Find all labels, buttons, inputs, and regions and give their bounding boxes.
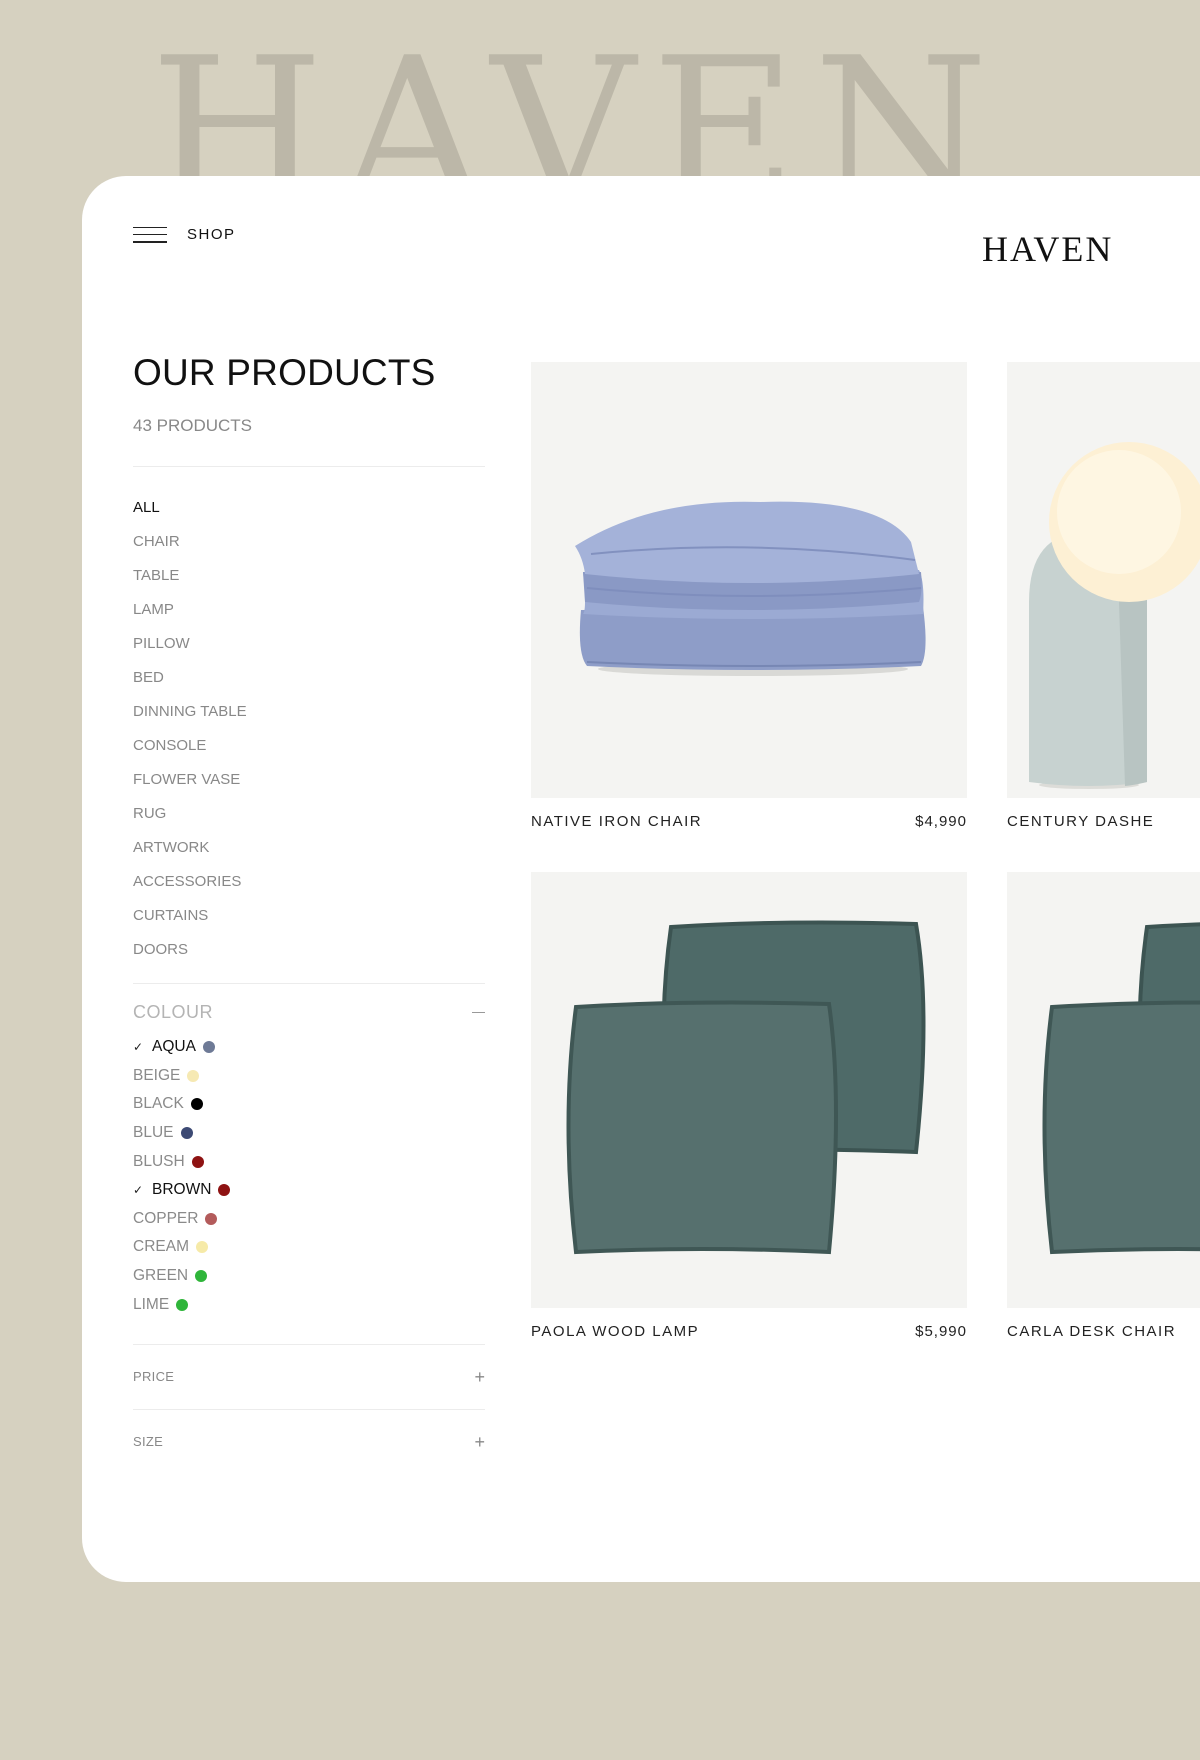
product-price: $4,990 [915, 813, 967, 830]
category-item[interactable]: FLOWER VASE [133, 763, 485, 797]
shop-menu-label[interactable]: SHOP [187, 226, 236, 243]
colour-option-label: BEIGE [133, 1066, 181, 1084]
colour-swatch [176, 1298, 189, 1311]
colour-options: ✓ AQUA BEIGE BLACK BLUE BLUSH ✓ BROWN COPPER CREA… [133, 1033, 485, 1319]
price-filter-header[interactable]: PRICE + [133, 1345, 485, 1409]
colour-option-label: CREAM [133, 1238, 189, 1256]
product-card[interactable]: NATIVE IRON CHAIR $4,990 [531, 362, 967, 830]
colour-option[interactable]: BLUE [133, 1119, 485, 1148]
product-image[interactable] [531, 872, 967, 1308]
colour-option-label: AQUA [152, 1038, 196, 1056]
category-item[interactable]: ALL [133, 491, 485, 525]
product-card[interactable]: CARLA DESK CHAIR [1007, 872, 1200, 1340]
category-item[interactable]: CONSOLE [133, 729, 485, 763]
category-item[interactable]: TABLE [133, 559, 485, 593]
collapse-minus-icon[interactable] [472, 1012, 485, 1013]
category-item[interactable]: DINNING TABLE [133, 695, 485, 729]
product-name[interactable]: NATIVE IRON CHAIR [531, 813, 702, 830]
colour-swatch [202, 1041, 215, 1054]
shop-menu[interactable]: SHOP [133, 226, 236, 243]
product-image[interactable] [531, 362, 967, 798]
category-item[interactable]: ARTWORK [133, 831, 485, 865]
product-price: $5,990 [915, 1323, 967, 1340]
colour-option-label: BLACK [133, 1095, 184, 1113]
brand-logo[interactable]: HAVEN [982, 228, 1113, 270]
colour-option-label: BLUE [133, 1124, 174, 1142]
colour-option-label: LIME [133, 1295, 170, 1313]
folded-duvet-icon [575, 501, 926, 676]
product-card[interactable]: CENTURY DASHE [1007, 362, 1200, 830]
background-brand-word: HAVEN [150, 32, 1005, 176]
category-item[interactable]: ACCESSORIES [133, 865, 485, 899]
colour-swatch [218, 1184, 231, 1197]
colour-swatch [205, 1212, 218, 1225]
category-item[interactable]: CHAIR [133, 525, 485, 559]
category-item[interactable]: LAMP [133, 593, 485, 627]
page-title: OUR PRODUCTS [133, 352, 436, 393]
category-item[interactable]: PILLOW [133, 627, 485, 661]
filter-sidebar: OUR PRODUCTS 43 PRODUCTS ALL CHAIR TABLE LA… [133, 352, 485, 1474]
product-image[interactable] [1007, 362, 1200, 798]
size-filter-title: SIZE [133, 1434, 164, 1450]
colour-option[interactable]: ✓ AQUA [133, 1033, 485, 1062]
colour-swatch [180, 1127, 193, 1140]
colour-option-label: BLUSH [133, 1152, 185, 1170]
divider [133, 983, 485, 984]
colour-option[interactable]: CREAM [133, 1233, 485, 1262]
colour-option-label: COPPER [133, 1209, 199, 1227]
category-list: ALL CHAIR TABLE LAMP PILLOW BED DINNING TABLE C… [133, 491, 485, 967]
category-item[interactable]: RUG [133, 797, 485, 831]
pillows-icon [1042, 922, 1200, 1255]
colour-filter-title: COLOUR [133, 1002, 214, 1022]
pillows-icon [566, 920, 926, 1255]
colour-option-label: GREEN [133, 1267, 189, 1285]
checkmark-icon: ✓ [133, 1040, 144, 1055]
colour-swatch [191, 1155, 204, 1168]
colour-option-label: BROWN [152, 1181, 212, 1199]
colour-swatch [195, 1241, 208, 1254]
product-count: 43 PRODUCTS [133, 416, 253, 435]
price-filter-title: PRICE [133, 1369, 175, 1385]
category-item[interactable]: CURTAINS [133, 899, 485, 933]
hamburger-menu-icon[interactable] [133, 226, 167, 243]
colour-swatch [195, 1270, 208, 1283]
colour-option[interactable]: LIME [133, 1290, 485, 1319]
main-panel: SHOP HAVEN OUR PRODUCTS 43 PRODUCTS ALL C… [82, 176, 1200, 1582]
colour-option[interactable]: BEIGE [133, 1062, 485, 1091]
category-item[interactable]: BED [133, 661, 485, 695]
product-image[interactable] [1007, 872, 1200, 1308]
colour-option[interactable]: ✓ BROWN [133, 1176, 485, 1205]
colour-option[interactable]: COPPER [133, 1205, 485, 1234]
product-name[interactable]: CARLA DESK CHAIR [1007, 1323, 1176, 1340]
product-name[interactable]: PAOLA WOOD LAMP [531, 1323, 699, 1340]
colour-swatch [187, 1069, 200, 1082]
colour-filter-header[interactable]: COLOUR [133, 1002, 485, 1023]
colour-option[interactable]: GREEN [133, 1262, 485, 1291]
colour-option[interactable]: BLACK [133, 1090, 485, 1119]
divider [133, 466, 485, 467]
product-name[interactable]: CENTURY DASHE [1007, 813, 1154, 830]
expand-plus-icon[interactable]: + [474, 1368, 485, 1386]
colour-option[interactable]: BLUSH [133, 1147, 485, 1176]
product-card[interactable]: PAOLA WOOD LAMP $5,990 [531, 872, 967, 1340]
checkmark-icon: ✓ [133, 1183, 144, 1198]
category-item[interactable]: DOORS [133, 933, 485, 967]
colour-swatch [190, 1098, 203, 1111]
globe-lamp-icon [1029, 442, 1200, 789]
size-filter-header[interactable]: SIZE + [133, 1410, 485, 1474]
expand-plus-icon[interactable]: + [474, 1433, 485, 1451]
